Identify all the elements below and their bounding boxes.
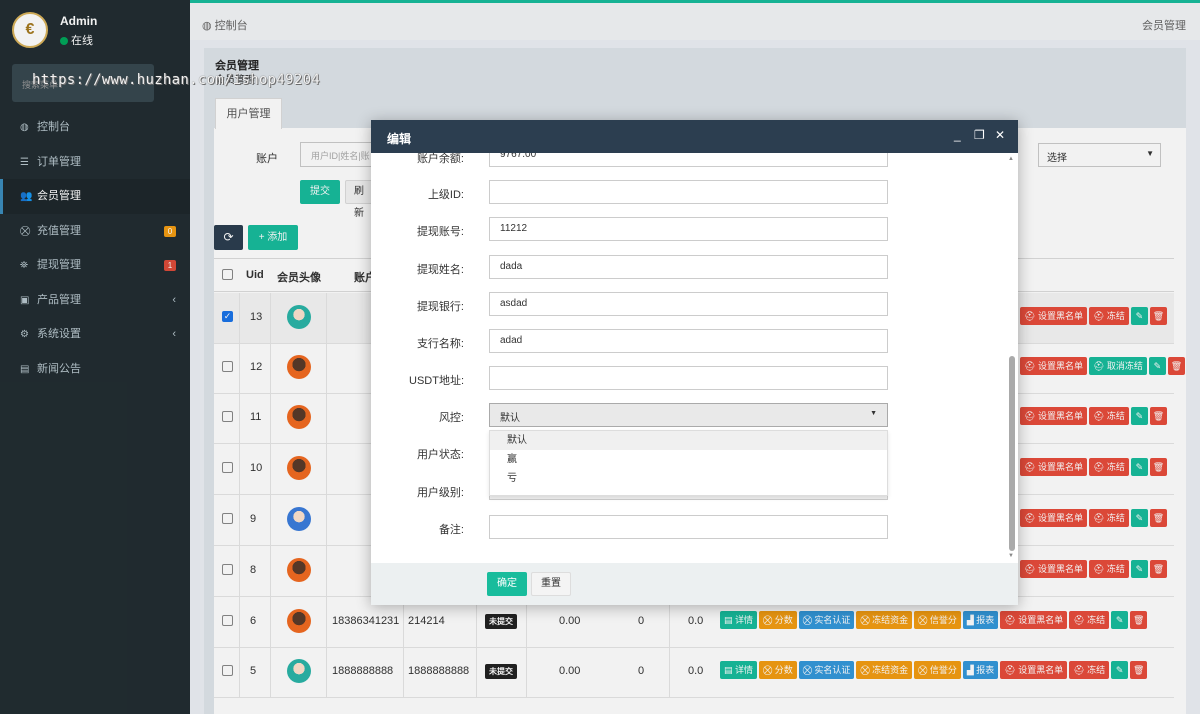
- remark-input[interactable]: [489, 515, 888, 539]
- balance-input[interactable]: 9767.00: [489, 153, 888, 167]
- level-label: 用户级别:: [416, 487, 464, 499]
- withdraw-name-label: 提现姓名:: [416, 264, 464, 276]
- caret-down-icon: ▼: [870, 410, 877, 417]
- parent-id-label: 上级ID:: [427, 189, 464, 201]
- risk-label: 风控:: [438, 412, 464, 424]
- risk-option-lose[interactable]: 亏: [490, 469, 887, 488]
- usdt-input[interactable]: [489, 366, 888, 390]
- close-icon[interactable]: ✕: [995, 128, 1005, 142]
- balance-label: 账户余额:: [416, 153, 464, 165]
- modal-body: 账户余额: 9767.00 上级ID: 提现账号: 11212 提现姓名: da…: [371, 153, 1018, 563]
- usdt-label: USDT地址:: [409, 375, 464, 387]
- minimize-icon[interactable]: _: [954, 128, 961, 142]
- risk-option-win[interactable]: 赢: [490, 450, 887, 469]
- reset-button[interactable]: 重置: [531, 572, 571, 596]
- remark-label: 备注:: [438, 524, 464, 536]
- withdraw-account-label: 提现账号:: [416, 226, 464, 238]
- branch-label: 支行名称:: [416, 338, 464, 350]
- branch-input[interactable]: adad: [489, 329, 888, 353]
- risk-dropdown: 默认 赢 亏: [489, 430, 888, 496]
- modal-scrollbar[interactable]: ▲ ▼: [1008, 156, 1016, 561]
- risk-option-default[interactable]: 默认: [490, 431, 887, 450]
- modal-title: 编辑: [387, 132, 412, 146]
- bank-label: 提现银行:: [416, 301, 464, 313]
- parent-id-input[interactable]: [489, 180, 888, 204]
- status-label: 用户状态:: [416, 449, 464, 461]
- withdraw-name-input[interactable]: dada: [489, 255, 888, 279]
- scroll-up-icon[interactable]: ▲: [1008, 156, 1014, 162]
- confirm-button[interactable]: 确定: [487, 572, 527, 596]
- bank-input[interactable]: asdad: [489, 292, 888, 316]
- withdraw-account-input[interactable]: 11212: [489, 217, 888, 241]
- modal-footer: 确定 重置: [371, 563, 1018, 605]
- modal-header: 编辑 _ ❐ ✕: [371, 120, 1018, 153]
- risk-select[interactable]: 默认 ▼: [489, 403, 888, 427]
- edit-modal: 编辑 _ ❐ ✕ 账户余额: 9767.00 上级ID: 提现账号: 11212…: [371, 120, 1018, 605]
- maximize-icon[interactable]: ❐: [974, 128, 985, 142]
- scroll-thumb[interactable]: [1009, 356, 1015, 551]
- scroll-down-icon[interactable]: ▼: [1008, 553, 1014, 559]
